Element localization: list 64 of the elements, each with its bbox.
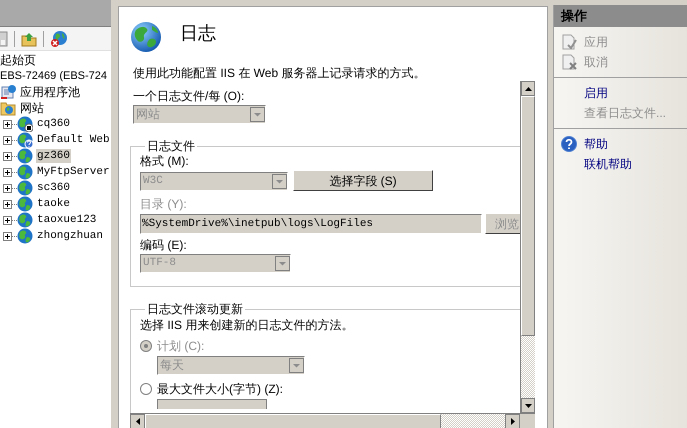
scrollbar-corner (520, 414, 535, 428)
action-link[interactable]: 联机帮助 (584, 155, 632, 173)
tree-item[interactable]: EBS-72469 (EBS-724 (0, 69, 108, 83)
save-icon[interactable] (0, 30, 8, 46)
tree-item[interactable]: taoxue123 (36, 213, 98, 227)
tree-item[interactable]: Default Web (36, 133, 111, 147)
action-link[interactable]: 帮助 (584, 135, 608, 153)
scrollbar-thumb[interactable] (521, 96, 535, 336)
expand-icon[interactable] (3, 216, 12, 224)
app-pool-icon (0, 84, 16, 100)
help-icon (561, 136, 577, 152)
vertical-scrollbar[interactable] (520, 81, 535, 413)
globe-icon (17, 228, 33, 244)
group-title: 日志文件滚动更新 (146, 302, 244, 316)
globe-icon (17, 196, 33, 212)
folder-up-icon[interactable] (21, 30, 37, 46)
group-title: 日志文件 (146, 139, 196, 153)
document-x-icon (561, 54, 577, 70)
feature-title: 日志 (180, 22, 216, 44)
feature-description: 使用此功能配置 IIS 在 Web 服务器上记录请求的方式。 (133, 65, 426, 82)
radio-button[interactable] (140, 383, 152, 395)
right-arrow-icon[interactable] (510, 418, 514, 425)
expand-icon[interactable] (3, 200, 12, 208)
tree-item[interactable]: 应用程序池 (20, 85, 80, 99)
globe-icon (17, 212, 33, 228)
expand-icon[interactable] (3, 120, 12, 128)
field-label: 编码 (E): (140, 238, 188, 252)
field-label: 一个日志文件/每 (O): (133, 89, 246, 103)
globe-icon (17, 180, 33, 196)
tree-item[interactable]: 网站 (20, 101, 44, 115)
globe-icon (17, 164, 33, 180)
globe-question-icon (17, 132, 33, 148)
field-label: 格式 (M): (140, 154, 190, 168)
tree-item[interactable]: gz360 (36, 149, 72, 163)
tree-item[interactable]: sc360 (36, 181, 72, 195)
tree-item[interactable]: taoke (36, 197, 72, 211)
folder-globe-icon (0, 100, 16, 116)
tree-item[interactable]: 起始页 (0, 53, 36, 67)
down-arrow-icon[interactable] (524, 404, 532, 408)
actions-header: 操作 (554, 5, 687, 27)
expand-icon[interactable] (3, 136, 12, 144)
expand-icon[interactable] (3, 152, 12, 160)
action-link[interactable]: 启用 (584, 84, 608, 102)
left-arrow-icon[interactable] (136, 418, 140, 425)
expand-icon[interactable] (3, 168, 12, 176)
globe-icon (130, 21, 162, 53)
field-label: 选择 IIS 用来创建新的日志文件的方法。 (140, 318, 354, 332)
expand-icon[interactable] (3, 184, 12, 192)
radio-label: 计划 (C): (157, 339, 204, 353)
scrollbar-thumb[interactable] (145, 414, 441, 428)
tree-item[interactable]: zhongzhuan (36, 229, 104, 243)
globe-stop-icon (17, 116, 33, 132)
tree-item[interactable]: cq360 (36, 117, 72, 131)
field-label: 目录 (Y): (140, 197, 188, 211)
max-size-field[interactable] (157, 399, 267, 409)
up-arrow-icon[interactable] (524, 86, 532, 90)
globe-icon (17, 148, 33, 164)
radio-label: 最大文件大小(字节) (Z): (157, 382, 283, 396)
globe-delete-icon[interactable] (50, 30, 68, 48)
tree-item[interactable]: MyFtpServer (36, 165, 111, 179)
expand-icon[interactable] (3, 232, 12, 240)
document-check-icon (561, 34, 577, 50)
horizontal-scrollbar[interactable] (130, 413, 535, 428)
button[interactable]: 选择字段 (S) (293, 170, 433, 191)
